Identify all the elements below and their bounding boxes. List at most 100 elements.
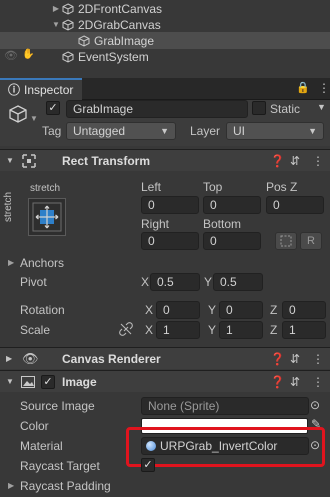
rect-transform-icon [22, 154, 36, 168]
source-image-label: Source Image [20, 399, 95, 413]
visibility-eye-icon[interactable]: 👁 [4, 49, 18, 62]
anchor-presets-button[interactable] [28, 198, 66, 236]
hierarchy-panel: ▶ 2DFrontCanvas ▼ 2DGrabCanvas GrabImage… [0, 0, 330, 66]
tab-label: Inspector [24, 83, 74, 97]
scale-label: Scale [20, 323, 51, 337]
pickable-hand-icon[interactable]: ✋ [22, 49, 34, 60]
pivot-x-label: X [141, 275, 150, 289]
posz-field[interactable]: 0 [266, 196, 324, 214]
rect-transform-header[interactable]: ▼ Rect Transform ❓ ⇵ ⋮ [0, 149, 330, 171]
collapse-arrow-icon[interactable]: ▼ [6, 371, 14, 393]
expand-arrow-icon[interactable]: ▶ [50, 4, 62, 13]
tab-inspector[interactable]: ⓘ Inspector [0, 78, 82, 100]
constrain-proportions-link-icon[interactable] [119, 322, 133, 336]
scale-y-field[interactable]: 1 [219, 321, 263, 339]
pivot-x-field[interactable]: 0.5 [150, 273, 200, 291]
preset-sliders-icon[interactable]: ⇵ [290, 371, 300, 393]
layer-label: Layer [190, 124, 221, 138]
collapse-arrow-icon[interactable]: ▼ [6, 150, 14, 172]
image-component-icon [21, 376, 35, 388]
image-component-header[interactable]: ▼ ✓ Image ❓ ⇵ ⋮ [0, 370, 330, 392]
more-options-icon[interactable]: ⋮ [312, 348, 324, 370]
scale-z-field[interactable]: 1 [282, 321, 326, 339]
more-options-icon[interactable]: ⋮ [318, 81, 330, 95]
layer-value: UI [233, 124, 245, 138]
bottom-field[interactable]: 0 [203, 232, 261, 250]
lock-icon[interactable]: 🔒 [296, 81, 310, 94]
hierarchy-item[interactable]: 👁 ✋ EventSystem [0, 48, 330, 65]
object-picker-icon[interactable]: ⊙ [310, 398, 320, 412]
component-title: Rect Transform [62, 154, 151, 168]
rot-z-label: Z [270, 303, 278, 317]
rot-y-label: Y [208, 303, 217, 317]
help-icon[interactable]: ❓ [270, 150, 285, 172]
raycast-padding-label[interactable]: Raycast Padding [20, 478, 111, 494]
expand-arrow-icon[interactable]: ▶ [8, 481, 14, 490]
rotation-label: Rotation [20, 303, 65, 317]
component-title: Image [62, 375, 97, 389]
raycast-target-checkbox[interactable]: ✓ [141, 458, 155, 472]
expand-arrow-icon[interactable]: ▶ [8, 258, 14, 267]
rotation-z-field[interactable]: 0 [282, 301, 326, 319]
scale-x-field[interactable]: 1 [156, 321, 200, 339]
canvas-renderer-eye-icon: 👁 [22, 351, 39, 366]
dropdown-arrow-icon[interactable]: ▼ [30, 114, 38, 123]
anchors-label[interactable]: Anchors [20, 255, 64, 271]
raycast-target-label: Raycast Target [20, 459, 100, 473]
raw-edit-label: R [307, 235, 315, 247]
right-field[interactable]: 0 [141, 232, 199, 250]
help-icon[interactable]: ❓ [270, 348, 285, 370]
help-icon[interactable]: ❓ [270, 371, 285, 393]
pivot-label: Pivot [20, 275, 47, 289]
source-image-field[interactable]: None (Sprite) [141, 397, 309, 415]
more-options-icon[interactable]: ⋮ [312, 371, 324, 393]
right-label: Right [141, 217, 170, 231]
anchor-preset-label: stretch [30, 183, 61, 194]
left-field[interactable]: 0 [141, 196, 199, 214]
left-label: Left [141, 180, 162, 194]
top-field[interactable]: 0 [203, 196, 261, 214]
gameobject-cube-icon [62, 18, 74, 31]
chevron-down-icon: ▼ [308, 126, 317, 136]
preset-sliders-icon[interactable]: ⇵ [290, 348, 300, 370]
hierarchy-item-label: EventSystem [78, 49, 149, 64]
object-header: ▼ ✓ GrabImage Static ▼ Tag Untagged ▼ Lay… [0, 100, 330, 146]
material-label: Material [20, 439, 63, 453]
chevron-down-icon: ▼ [160, 126, 169, 136]
collapse-arrow-icon[interactable]: ▼ [50, 20, 62, 29]
hierarchy-item-label: 2DFrontCanvas [78, 1, 163, 16]
pivot-y-label: Y [204, 275, 213, 289]
static-checkbox[interactable] [252, 101, 266, 115]
preset-sliders-icon[interactable]: ⇵ [290, 150, 300, 172]
blueprint-mode-button[interactable] [275, 232, 297, 250]
tag-dropdown[interactable]: Untagged ▼ [66, 122, 176, 140]
raw-edit-button[interactable]: R [300, 232, 322, 250]
anchor-preset-side-label: stretch [3, 191, 14, 222]
static-dropdown-arrow-icon[interactable]: ▼ [317, 102, 326, 112]
rotation-y-field[interactable]: 0 [219, 301, 263, 319]
canvas-renderer-header[interactable]: ▶ 👁 Canvas Renderer ❓ ⇵ ⋮ [0, 347, 330, 369]
rotation-x-field[interactable]: 0 [156, 301, 200, 319]
tag-label: Tag [42, 124, 62, 138]
inspector-tab-bar: ⓘ Inspector 🔒 ⋮ [0, 78, 330, 100]
object-name-field[interactable]: GrabImage [66, 100, 248, 118]
hierarchy-item-label: GrabImage [94, 33, 155, 48]
hierarchy-item-selected[interactable]: GrabImage [0, 32, 330, 49]
hierarchy-item[interactable]: ▼ 2DGrabCanvas [0, 16, 330, 33]
hierarchy-item[interactable]: ▶ 2DFrontCanvas [0, 0, 330, 17]
gameobject-cube-icon [62, 50, 74, 63]
top-label: Top [203, 180, 223, 194]
scale-z-label: Z [270, 323, 278, 337]
pivot-y-field[interactable]: 0.5 [213, 273, 263, 291]
gameobject-cube-icon [9, 105, 27, 123]
more-options-icon[interactable]: ⋮ [312, 150, 324, 172]
posz-label: Pos Z [266, 180, 298, 194]
expand-arrow-icon[interactable]: ▶ [6, 348, 12, 370]
highlight-box [126, 427, 325, 467]
active-checkbox[interactable]: ✓ [46, 101, 60, 115]
scale-x-label: X [145, 323, 154, 337]
layer-dropdown[interactable]: UI ▼ [226, 122, 324, 140]
anchor-stretch-icon [32, 202, 62, 232]
image-enabled-checkbox[interactable]: ✓ [41, 375, 55, 389]
component-title: Canvas Renderer [62, 352, 161, 366]
